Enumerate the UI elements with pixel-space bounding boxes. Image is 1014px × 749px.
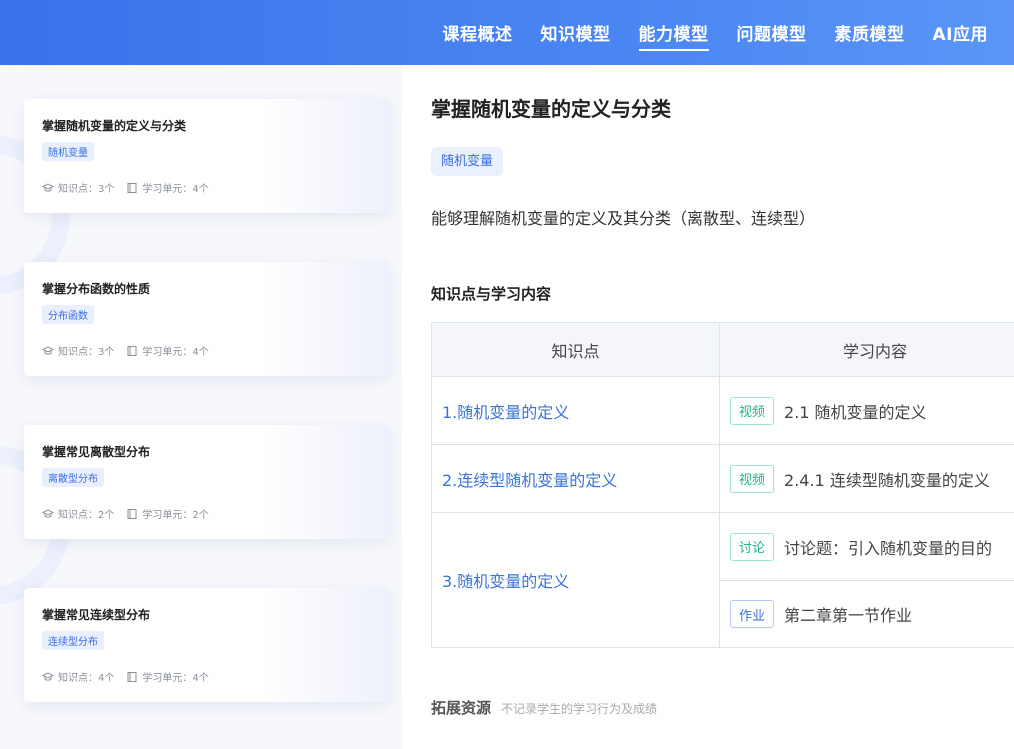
knowledge-point-link[interactable]: 3.随机变量的定义 [432,513,720,647]
learning-item-text: 2.1 随机变量的定义 [784,402,927,422]
knowledge-count-text: 知识点：4个 [58,673,115,684]
header-learning-content: 学习内容 [842,341,907,361]
book-icon [126,182,138,194]
unit-count: 学习单元：2个 [126,506,209,521]
header-knowledge-point: 知识点 [432,323,720,376]
learning-item-text: 2.4.1 连续型随机变量的定义 [784,470,990,490]
knowledge-table: 知识点 学习内容 1.随机变量的定义 视频 2.1 随机变量的定义 2.连续型随… [431,322,1014,648]
knowledge-point-link[interactable]: 1.随机变量的定义 [432,377,720,444]
book-icon [126,345,138,357]
graduation-cap-icon [42,508,54,520]
knowledge-count-text: 知识点：2个 [58,510,115,521]
learning-item[interactable]: 视频 2.4.1 连续型随机变量的定义 [720,445,1014,512]
learning-content-cell: 视频 2.4.1 连续型随机变量的定义 [720,445,1014,512]
learning-item[interactable]: 讨论 讨论题：引入随机变量的目的 [720,513,1014,580]
graduation-cap-icon [42,671,54,683]
nav-quality-model[interactable]: 素质模型 [835,20,905,45]
knowledge-count: 知识点：3个 [42,180,114,195]
ability-card[interactable]: 掌握随机变量的定义与分类 随机变量 知识点：3个 学习单元：4个 [24,99,390,213]
learning-item-text: 讨论题：引入随机变量的目的 [784,538,993,558]
nav-knowledge-model[interactable]: 知识模型 [541,20,611,45]
knowledge-count-text: 知识点：3个 [58,184,115,195]
knowledge-count: 知识点：3个 [42,343,114,358]
book-icon [126,508,138,520]
card-tag: 分布函数 [42,305,94,324]
card-title: 掌握常见连续型分布 [42,608,151,622]
nav-problem-model[interactable]: 问题模型 [737,20,807,45]
video-badge: 视频 [730,396,775,425]
graduation-cap-icon [42,345,54,357]
nav-ability-model[interactable]: 能力模型 [638,20,709,51]
learning-item[interactable]: 视频 2.1 随机变量的定义 [720,377,1014,444]
extension-resources: 拓展资源 不记录学生的学习行为及成绩 [431,697,657,718]
table-row: 1.随机变量的定义 视频 2.1 随机变量的定义 [432,377,1014,445]
learning-content-cell: 视频 2.1 随机变量的定义 [720,377,1014,444]
card-meta: 知识点：3个 学习单元：4个 [42,343,209,358]
ability-list-panel: 掌握随机变量的定义与分类 随机变量 知识点：3个 学习单元：4个 掌握分布函数的… [0,65,402,749]
card-meta: 知识点：4个 学习单元：4个 [42,669,209,684]
card-meta: 知识点：3个 学习单元：4个 [42,180,209,195]
learning-item-text: 第二章第一节作业 [784,606,913,625]
extension-title: 拓展资源 [431,699,492,717]
page-title: 掌握随机变量的定义与分类 [431,97,671,121]
unit-count: 学习单元：4个 [126,343,209,358]
knowledge-count-text: 知识点：3个 [58,347,115,358]
unit-count: 学习单元：4个 [126,180,209,195]
homework-badge: 作业 [730,600,775,628]
unit-count-text: 学习单元：4个 [142,347,209,358]
ability-card[interactable]: 掌握常见离散型分布 离散型分布 知识点：2个 学习单元：2个 [24,425,390,539]
table-row: 3.随机变量的定义 讨论 讨论题：引入随机变量的目的 作业 第二章第一节作业 [432,513,1014,647]
table-header: 知识点 学习内容 [432,323,1014,377]
nav-course-overview[interactable]: 课程概述 [443,20,513,45]
section-title: 知识点与学习内容 [431,285,552,303]
unit-count: 学习单元：4个 [126,669,209,684]
video-badge: 视频 [730,464,775,493]
card-title: 掌握分布函数的性质 [42,282,151,296]
ability-detail-panel: 掌握随机变量的定义与分类 随机变量 能够理解随机变量的定义及其分类（离散型、连续… [402,65,1014,749]
book-icon [126,671,138,683]
unit-count-text: 学习单元：2个 [142,510,209,521]
card-tag: 随机变量 [42,142,94,161]
learning-item[interactable]: 作业 第二章第一节作业 [720,580,1014,647]
card-title: 掌握随机变量的定义与分类 [42,119,187,133]
card-title: 掌握常见离散型分布 [42,445,151,459]
table-row: 2.连续型随机变量的定义 视频 2.4.1 连续型随机变量的定义 [432,445,1014,513]
detail-description: 能够理解随机变量的定义及其分类（离散型、连续型） [431,209,816,228]
unit-count-text: 学习单元：4个 [142,673,209,684]
card-tag: 连续型分布 [42,631,104,650]
knowledge-count: 知识点：2个 [42,506,114,521]
knowledge-count: 知识点：4个 [42,669,114,684]
main-nav: 课程概述 知识模型 能力模型 问题模型 素质模型 AI应用 [443,0,988,65]
graduation-cap-icon [42,182,54,194]
extension-note: 不记录学生的学习行为及成绩 [501,702,658,716]
learning-content-cell: 讨论 讨论题：引入随机变量的目的 作业 第二章第一节作业 [720,513,1014,647]
card-tag: 离散型分布 [42,468,104,487]
top-nav-bar: 课程概述 知识模型 能力模型 问题模型 素质模型 AI应用 [0,0,1014,65]
knowledge-point-link[interactable]: 2.连续型随机变量的定义 [432,445,720,512]
ability-card[interactable]: 掌握常见连续型分布 连续型分布 知识点：4个 学习单元：4个 [24,588,390,702]
unit-count-text: 学习单元：4个 [142,184,209,195]
nav-ai-application[interactable]: AI应用 [933,20,988,45]
card-meta: 知识点：2个 学习单元：2个 [42,506,209,521]
detail-tag: 随机变量 [431,147,504,176]
ability-card[interactable]: 掌握分布函数的性质 分布函数 知识点：3个 学习单元：4个 [24,262,390,376]
discussion-badge: 讨论 [730,532,775,561]
